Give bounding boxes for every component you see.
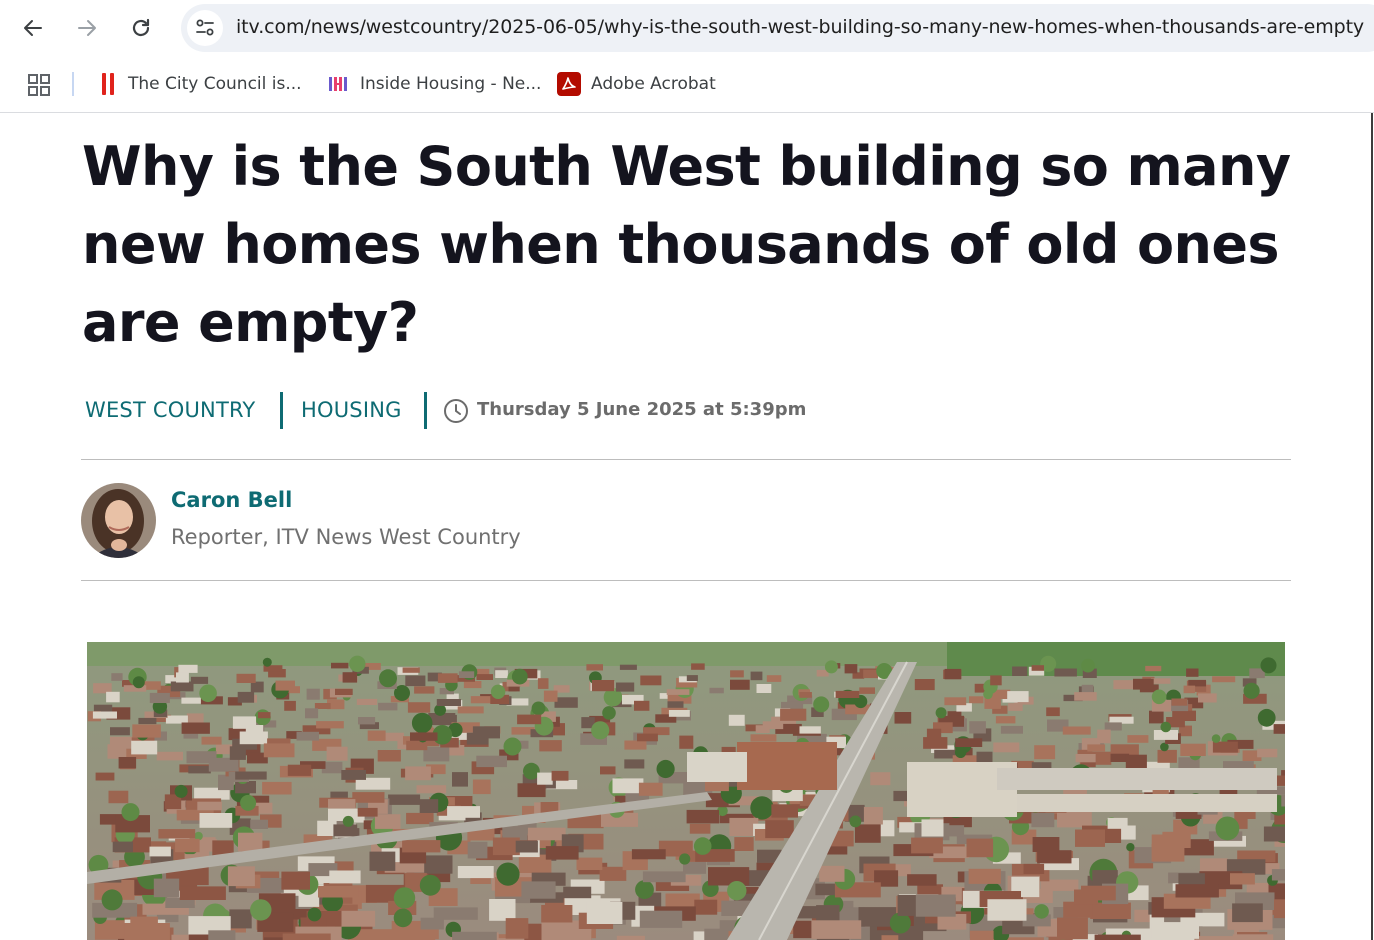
inside-housing-logo-icon — [328, 75, 350, 93]
site-info-button[interactable] — [187, 10, 223, 46]
article-headline: Why is the South West building so many n… — [82, 135, 1291, 354]
bookmark-label: The City Council is... — [128, 74, 302, 94]
apps-grid-icon — [28, 74, 50, 96]
viewport-edge — [1371, 113, 1373, 940]
reload-icon — [132, 18, 150, 37]
red-bars-icon — [100, 72, 118, 96]
tag-west-country[interactable]: WEST COUNTRY — [85, 398, 255, 422]
reload-button[interactable] — [121, 8, 161, 48]
meta-separator — [280, 392, 283, 429]
hero-image — [87, 642, 1285, 940]
author-role: Reporter, ITV News West Country — [171, 525, 521, 549]
bookmarks-separator — [72, 72, 74, 96]
back-arrow-icon — [24, 20, 42, 36]
bookmark-adobe-acrobat[interactable]: Adobe Acrobat — [557, 70, 716, 98]
acrobat-icon — [557, 72, 581, 96]
bookmark-label: Adobe Acrobat — [591, 74, 716, 94]
forward-button[interactable] — [67, 8, 107, 48]
apps-button[interactable] — [24, 70, 54, 100]
back-button[interactable] — [13, 8, 53, 48]
bookmark-inside-housing[interactable]: Inside Housing - Ne... — [328, 70, 541, 98]
address-bar[interactable]: itv.com/news/westcountry/2025-06-05/why-… — [181, 4, 1374, 52]
meta-separator — [424, 392, 427, 429]
browser-toolbar: itv.com/news/westcountry/2025-06-05/why-… — [0, 0, 1374, 56]
divider-top — [81, 459, 1291, 460]
divider-bottom — [81, 580, 1291, 581]
url-text[interactable]: itv.com/news/westcountry/2025-06-05/why-… — [236, 16, 1364, 38]
publish-date: Thursday 5 June 2025 at 5:39pm — [477, 399, 807, 420]
forward-arrow-icon — [78, 20, 96, 36]
author-name[interactable]: Caron Bell — [171, 488, 292, 512]
author-avatar[interactable] — [81, 483, 156, 558]
tune-icon — [196, 19, 214, 36]
clock-icon — [444, 399, 468, 423]
bookmark-city-council[interactable]: The City Council is... — [100, 70, 302, 98]
bookmark-label: Inside Housing - Ne... — [360, 74, 542, 94]
tag-housing[interactable]: HOUSING — [301, 398, 402, 422]
bookmarks-bar: The City Council is... Inside Housing - … — [0, 56, 1374, 113]
